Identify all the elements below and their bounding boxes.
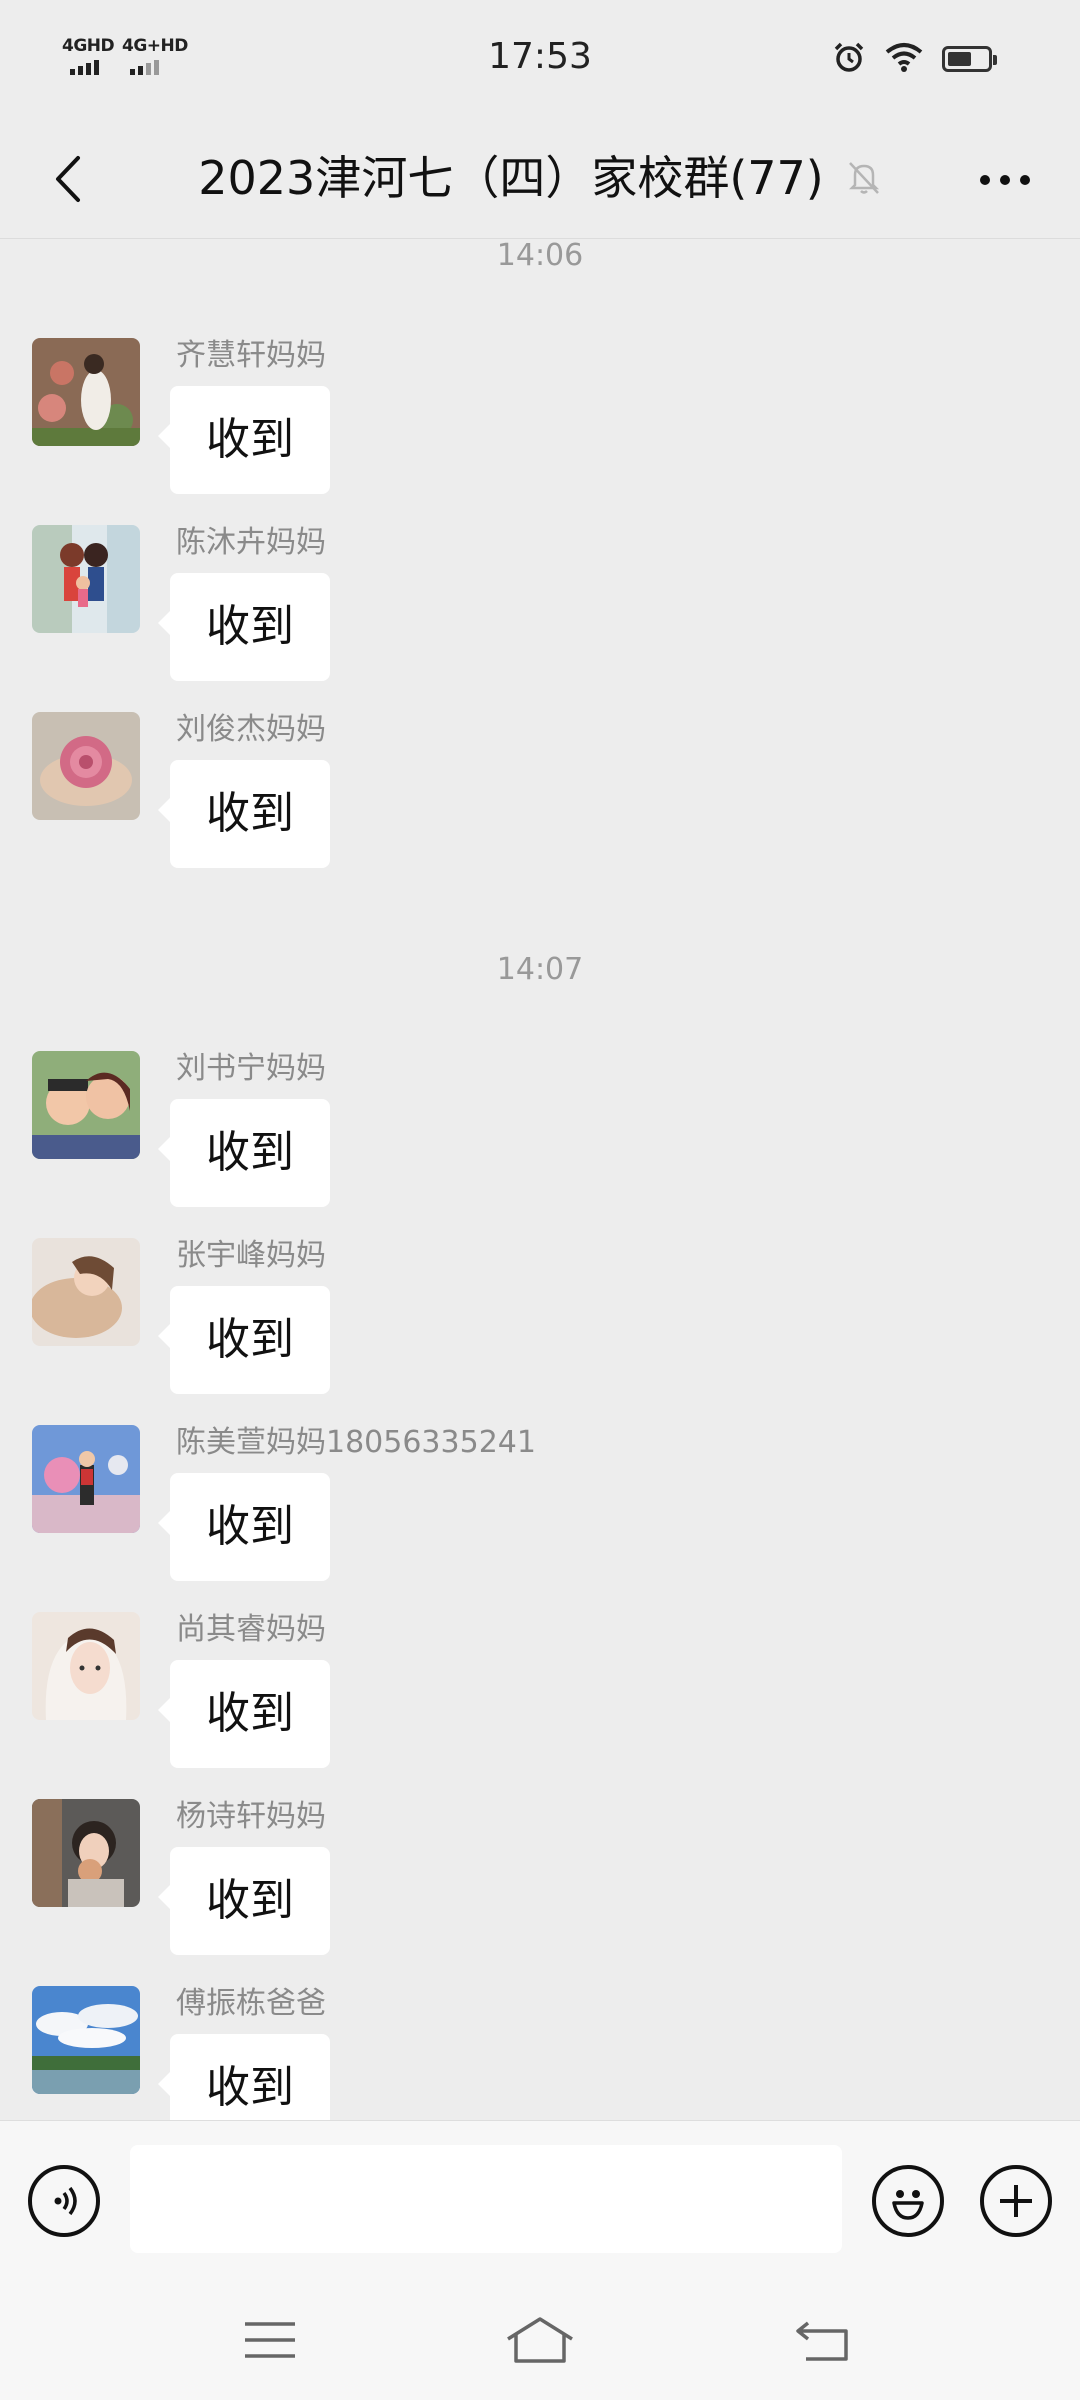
- home-icon: [507, 2317, 573, 2363]
- plus-icon: [1000, 2185, 1032, 2217]
- sender-name: 张宇峰妈妈: [176, 1238, 326, 1273]
- mute-bell-icon: [848, 162, 879, 194]
- message-item: 陈美萱妈妈18056335241 收到: [32, 1425, 1032, 1585]
- battery-icon: [942, 46, 997, 72]
- avatar[interactable]: [32, 1051, 140, 1159]
- avatar[interactable]: [32, 1986, 140, 2094]
- message-bubble[interactable]: 收到: [158, 1099, 330, 1207]
- group-title: 2023津河七（四）家校群(77): [198, 151, 824, 205]
- back-nav-icon: [796, 2321, 848, 2361]
- voice-icon: [54, 2186, 77, 2216]
- message-item: 尚其睿妈妈 收到: [32, 1612, 1032, 1772]
- more-button[interactable]: [970, 156, 1040, 204]
- sender-name: 齐慧轩妈妈: [176, 338, 326, 373]
- message-bubble[interactable]: 收到: [158, 386, 330, 494]
- sender-name: 傅振栋爸爸: [176, 1986, 326, 2021]
- message-bubble[interactable]: 收到: [158, 1847, 330, 1955]
- avatar[interactable]: [32, 1612, 140, 1720]
- message-bubble[interactable]: 收到: [158, 1286, 330, 1394]
- message-item: 张宇峰妈妈 收到: [32, 1238, 1032, 1398]
- sender-name: 刘俊杰妈妈: [176, 712, 326, 747]
- back-nav-button[interactable]: [782, 2310, 862, 2370]
- status-right-icons: [832, 40, 997, 78]
- avatar[interactable]: [32, 1425, 140, 1533]
- message-item: 杨诗轩妈妈 收到: [32, 1799, 1032, 1959]
- menu-icon: [245, 2322, 295, 2358]
- message-bubble[interactable]: 收到: [158, 1473, 330, 1581]
- message-bubble[interactable]: 收到: [158, 573, 330, 681]
- sender-name: 杨诗轩妈妈: [176, 1799, 326, 1834]
- message-item: 刘书宁妈妈 收到: [32, 1051, 1032, 1211]
- avatar[interactable]: [32, 1799, 140, 1907]
- message-bubble[interactable]: 收到: [158, 760, 330, 868]
- message-item: 傅振栋爸爸 收到: [32, 1986, 1032, 2120]
- home-nav-button[interactable]: [500, 2310, 580, 2370]
- alarm-icon: [832, 40, 866, 78]
- message-bubble[interactable]: 收到: [158, 1660, 330, 1768]
- message-input[interactable]: [130, 2145, 842, 2253]
- plus-button[interactable]: [980, 2165, 1052, 2237]
- voice-button[interactable]: [28, 2165, 100, 2237]
- avatar[interactable]: [32, 1238, 140, 1346]
- chat-title-area: 2023津河七（四）家校群(77): [0, 142, 1080, 214]
- menu-nav-button[interactable]: [230, 2310, 310, 2370]
- wifi-icon: [884, 41, 924, 77]
- sender-name: 陈沐卉妈妈: [176, 525, 326, 560]
- time-separator: 14:07: [496, 952, 584, 987]
- emoji-button[interactable]: [872, 2165, 944, 2237]
- sender-name: 刘书宁妈妈: [176, 1051, 326, 1086]
- message-item: 刘俊杰妈妈 收到: [32, 712, 1032, 872]
- message-list[interactable]: 14:06 齐慧轩妈妈 收到 陈沐卉妈妈 收到 刘俊杰妈妈 收到 14:07 刘…: [0, 238, 1080, 2120]
- time-separator: 14:06: [496, 238, 584, 273]
- status-bar: 4GHD 4G+HD 17:53: [0, 0, 1080, 120]
- avatar[interactable]: [32, 338, 140, 446]
- input-bar: [0, 2120, 1080, 2281]
- sender-name: 陈美萱妈妈18056335241: [176, 1425, 536, 1460]
- message-item: 陈沐卉妈妈 收到: [32, 525, 1032, 685]
- avatar[interactable]: [32, 712, 140, 820]
- more-icon: [980, 175, 1030, 185]
- sender-name: 尚其睿妈妈: [176, 1612, 326, 1647]
- avatar[interactable]: [32, 525, 140, 633]
- emoji-icon: [892, 2190, 924, 2220]
- system-nav-bar: [0, 2280, 1080, 2400]
- chat-header: 2023津河七（四）家校群(77): [0, 120, 1080, 239]
- message-item: 齐慧轩妈妈 收到: [32, 338, 1032, 498]
- message-bubble[interactable]: 收到: [158, 2034, 330, 2120]
